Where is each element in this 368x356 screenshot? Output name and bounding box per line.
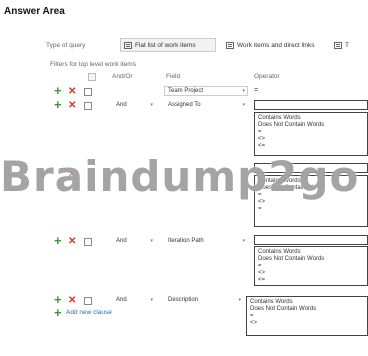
add-clause-plus-icon[interactable]: +: [54, 293, 62, 306]
tab-flat-list[interactable]: Flat list of work items: [120, 38, 216, 52]
add-new-clause-link[interactable]: Add new clause: [66, 309, 112, 316]
chevron-down-icon: ▾: [150, 102, 153, 108]
add-clause-plus-icon[interactable]: +: [54, 234, 62, 247]
andor-select[interactable]: And ▾: [112, 236, 156, 246]
add-new-clause-plus-icon[interactable]: +: [54, 306, 62, 319]
add-clause-plus-icon[interactable]: +: [54, 98, 62, 111]
field-select[interactable]: Iteration Path ▾: [164, 236, 248, 246]
filters-label: Filters for top level work items: [50, 61, 136, 68]
add-clause-plus-icon[interactable]: +: [54, 84, 62, 97]
chevron-down-icon: ▾: [242, 102, 245, 108]
operator-value: =: [254, 87, 259, 94]
andor-select-value: And: [116, 238, 127, 244]
field-select-value: Iteration Path: [168, 238, 204, 244]
tree-icon: [334, 42, 342, 49]
answer-area-label: Answer Area: [4, 6, 65, 17]
field-select-value: Description: [168, 297, 199, 303]
field-select[interactable]: Team Project ▾: [164, 86, 248, 96]
remove-clause-x-icon[interactable]: ✕: [68, 87, 76, 97]
operator-dropdown-list[interactable]: Contains Words Does Not Contain Words = …: [254, 246, 368, 286]
operator-select[interactable]: [254, 100, 368, 110]
tab-direct-links[interactable]: Work items and direct links: [222, 38, 326, 52]
andor-select[interactable]: And ▾: [112, 295, 156, 305]
row-checkbox[interactable]: [84, 88, 92, 96]
tab-tree[interactable]: T: [330, 38, 368, 52]
tab-flat-list-label: Flat list of work items: [135, 42, 196, 49]
row-checkbox[interactable]: [84, 102, 92, 110]
andor-select-value: And: [116, 297, 127, 303]
andor-select[interactable]: And ▾: [112, 100, 156, 110]
row-checkbox[interactable]: [84, 238, 92, 246]
chevron-down-icon: ▾: [242, 238, 245, 244]
tree-icon: [226, 42, 234, 49]
operator-dropdown-list[interactable]: Contains Words Does Not Contain Words = …: [254, 112, 368, 156]
andor-column-header: And/Or: [112, 73, 133, 80]
operator-select[interactable]: [254, 235, 368, 245]
type-of-query-label: Type of query: [46, 42, 86, 49]
remove-clause-x-icon[interactable]: ✕: [68, 296, 76, 306]
chevron-down-icon: ▾: [150, 297, 153, 303]
remove-clause-x-icon[interactable]: ✕: [68, 237, 76, 247]
chevron-down-icon: ▾: [150, 238, 153, 244]
field-select-value: Assigned To: [168, 102, 201, 108]
tab-tree-label: T: [345, 42, 349, 49]
field-select[interactable]: Description ▾: [164, 295, 244, 305]
field-column-header: Field: [166, 73, 181, 80]
tab-direct-links-label: Work items and direct links: [237, 42, 315, 49]
watermark: Braindump2go: [0, 152, 360, 201]
header-checkbox[interactable]: [88, 73, 96, 81]
chevron-down-icon: ▾: [242, 88, 245, 94]
andor-select-value: And: [116, 102, 127, 108]
field-select[interactable]: Assigned To ▾: [164, 100, 248, 110]
remove-clause-x-icon[interactable]: ✕: [68, 101, 76, 111]
operator-dropdown-list[interactable]: Contains Words Does Not Contain Words = …: [246, 296, 368, 336]
chevron-down-icon: ▾: [238, 297, 241, 303]
row-checkbox[interactable]: [84, 297, 92, 305]
list-icon: [124, 42, 132, 49]
field-select-value: Team Project: [168, 88, 204, 94]
operator-column-header: Operator: [254, 73, 280, 80]
